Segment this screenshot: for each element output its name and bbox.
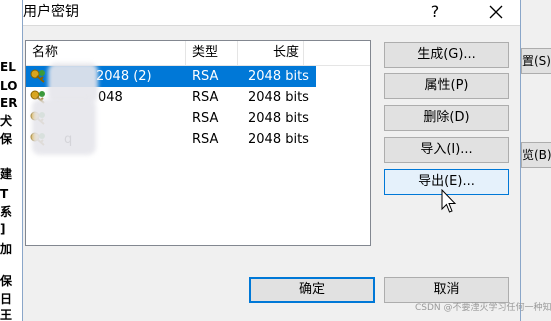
key-type: RSA [192, 69, 219, 84]
column-header-type[interactable]: 类型 [186, 41, 238, 65]
bg-text: 加 [0, 242, 13, 256]
generate-button[interactable]: 生成(G)... [384, 42, 509, 68]
help-button[interactable]: ? [420, 0, 450, 25]
key-list[interactable]: 名称 类型 长度 2048 (2) RSA 2048 bits 048 RSA … [25, 40, 371, 246]
redaction-blur [32, 99, 96, 155]
watermark: CSDN @不要湮灭学习任何一种知识 [415, 303, 551, 313]
background-app-right: 置(S) 览(B) [521, 0, 551, 321]
bg-text: 犬 [0, 114, 13, 128]
key-length: 2048 bits [248, 69, 309, 84]
close-button[interactable] [479, 0, 515, 25]
bg-browse-button: 览(B) [521, 142, 551, 168]
key-length: 2048 bits [248, 111, 309, 126]
redaction-blur [48, 63, 98, 103]
bg-text: EL [0, 60, 16, 74]
key-type: RSA [192, 132, 219, 147]
import-button[interactable]: 导入(I)... [384, 137, 509, 163]
mouse-cursor-icon [441, 189, 457, 213]
key-length: 2048 bits [248, 90, 309, 105]
key-pair-icon [30, 69, 45, 83]
bg-text: LO [0, 79, 18, 93]
bg-text: ER [0, 96, 18, 110]
user-keys-dialog: 用户密钥 ? 名称 类型 长度 2048 (2) RSA 2048 bits 0… [22, 0, 551, 321]
ok-button[interactable]: 确定 [249, 277, 375, 303]
bg-text: 保 [0, 132, 13, 146]
key-length: 2048 bits [248, 132, 309, 147]
delete-button[interactable]: 删除(D) [384, 105, 509, 131]
key-name: 2048 (2) [96, 69, 152, 84]
bg-settings-button: 置(S) [521, 48, 551, 74]
key-name: 048 [98, 90, 123, 105]
background-app-left: EL LO ER 犬 保 建 T 系 ] 加 保 日 王 [0, 0, 22, 321]
dialog-title: 用户密钥 [23, 4, 79, 20]
bg-text: T [0, 187, 9, 201]
close-icon [489, 5, 503, 19]
key-type: RSA [192, 111, 219, 126]
title-bar: 用户密钥 ? [23, 0, 520, 26]
bg-text: 保 [0, 274, 13, 288]
properties-button[interactable]: 属性(P) [384, 73, 509, 99]
key-type: RSA [192, 90, 219, 105]
column-header-name[interactable]: 名称 [26, 41, 186, 65]
column-header-length[interactable]: 长度 [238, 41, 304, 65]
bg-text: 王 [0, 308, 13, 321]
bg-text: 建 [0, 167, 13, 181]
bg-text: 日 [0, 292, 13, 306]
bg-text: ] [0, 222, 6, 236]
bg-text: 系 [0, 205, 13, 219]
